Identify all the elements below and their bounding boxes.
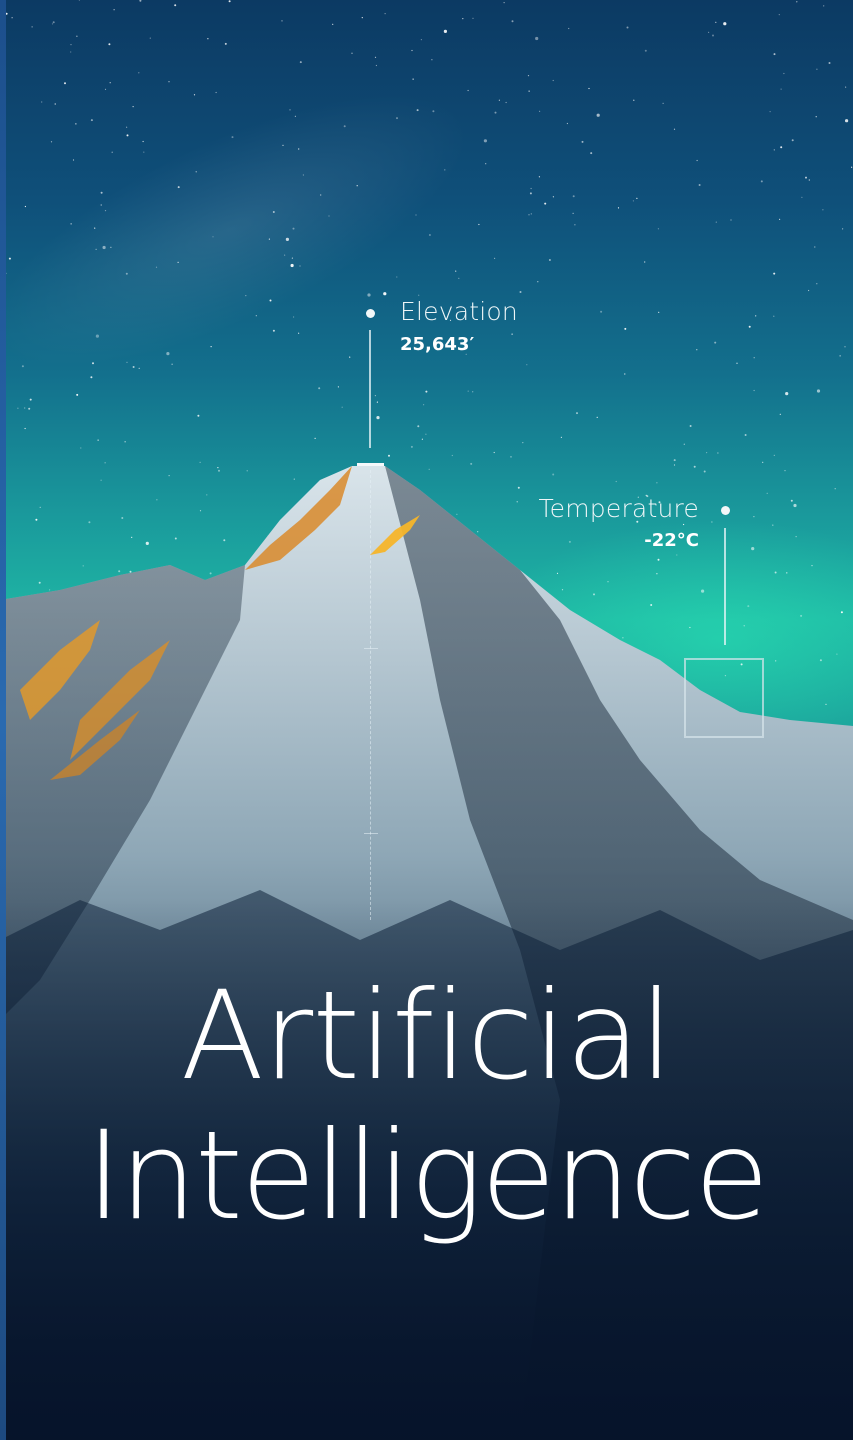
elevation-label: Elevation [400,297,518,326]
temperature-target-box [684,658,764,738]
elevation-scale-tick [364,833,378,834]
headline-line-1: Artificial [180,965,674,1107]
temperature-leader-line [724,528,726,645]
poster: Elevation 25,643′ Temperature -22°C Arti… [0,0,853,1440]
elevation-scale-line [370,470,371,920]
headline-line-2: Intelligence [85,1105,770,1247]
elevation-marker-dot [366,309,375,318]
elevation-peak-tick [357,463,384,466]
temperature-value: -22°C [644,530,699,551]
elevation-value: 25,643′ [400,334,475,355]
temperature-marker-dot [721,506,730,515]
elevation-leader-line [369,330,371,448]
elevation-scale-tick [364,648,378,649]
temperature-label: Temperature [538,494,699,523]
